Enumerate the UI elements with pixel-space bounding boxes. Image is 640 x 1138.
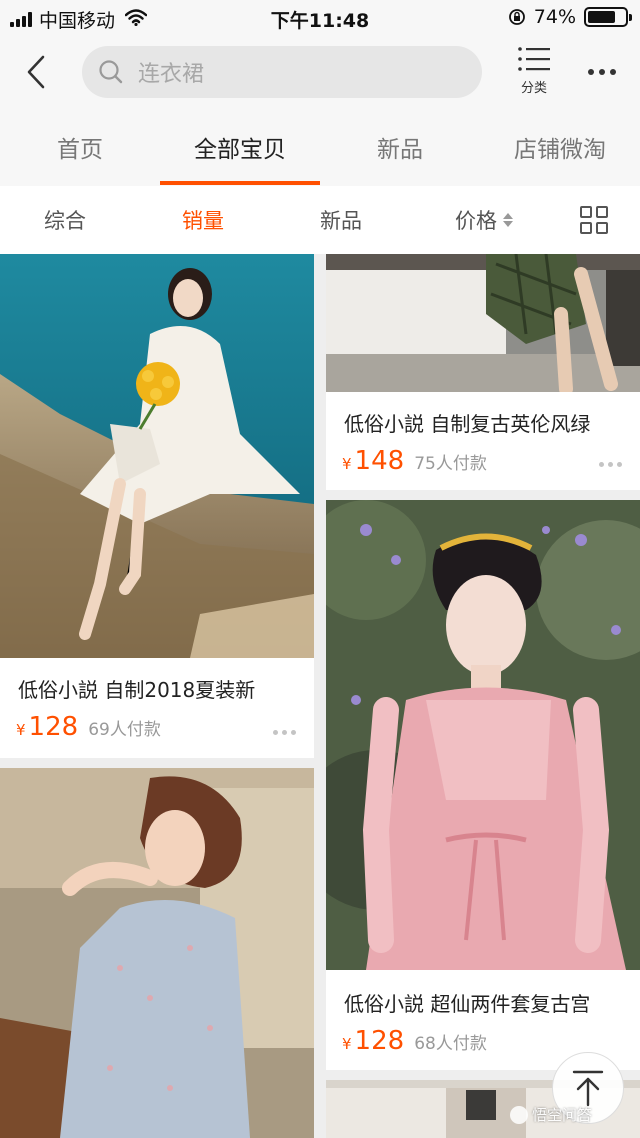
sales-count: 69人付款 — [88, 720, 161, 740]
sort-overall[interactable]: 综合 — [0, 186, 130, 254]
rotation-lock-icon — [508, 9, 525, 25]
sales-count: 75人付款 — [414, 454, 487, 474]
product-title[interactable]: 低俗小説 自制2018夏装新 — [18, 674, 255, 703]
status-bar: 中国移动 下午11:48 74% — [0, 0, 640, 36]
more-icon[interactable] — [273, 730, 296, 735]
watermark-logo-icon — [510, 1105, 528, 1124]
sort-price-label: 价格 — [455, 209, 497, 233]
dot-icon — [588, 69, 594, 75]
product-image[interactable] — [0, 768, 314, 1138]
tab-shop-feed[interactable]: 店铺微淘 — [480, 108, 640, 186]
product-card[interactable]: 低俗小説 自制复古英伦风绿 ¥ 148 75人付款 — [326, 254, 640, 490]
product-title[interactable]: 低俗小説 自制复古英伦风绿 — [344, 408, 590, 437]
search-icon — [99, 60, 123, 84]
dot-icon — [599, 69, 605, 75]
product-image[interactable] — [326, 500, 640, 970]
search-input[interactable]: 连衣裙 — [82, 46, 482, 98]
sales-count: 68人付款 — [414, 1034, 487, 1054]
battery-percent: 74% — [533, 6, 576, 28]
product-price: 148 — [354, 446, 405, 476]
product-image[interactable] — [0, 254, 314, 658]
battery-icon — [584, 7, 632, 27]
more-icon[interactable] — [599, 462, 622, 467]
category-label: 分类 — [520, 81, 547, 96]
back-button[interactable] — [18, 50, 54, 94]
search-placeholder: 连衣裙 — [138, 62, 205, 87]
battery-fill — [588, 11, 615, 23]
price-row: ¥ 128 68人付款 — [342, 1026, 487, 1056]
watermark-text: 悟空问答 — [532, 1106, 593, 1124]
product-card[interactable]: 低俗小説 超仙两件套复古宫 ¥ 128 68人付款 — [326, 500, 640, 1070]
category-button[interactable]: 分类 — [510, 46, 558, 102]
price-row: ¥ 128 69人付款 — [16, 712, 161, 742]
sort-new[interactable]: 新品 — [276, 186, 406, 254]
back-arrow-icon — [27, 55, 45, 89]
sort-sales[interactable]: 销量 — [138, 186, 268, 254]
tab-home[interactable]: 首页 — [0, 108, 160, 186]
currency-symbol: ¥ — [16, 721, 26, 739]
tab-all-items[interactable]: 全部宝贝 — [160, 108, 320, 186]
currency-symbol: ¥ — [342, 1035, 352, 1053]
product-price: 128 — [354, 1026, 405, 1056]
arrow-up-icon — [572, 1070, 604, 1107]
more-options-button[interactable] — [582, 58, 622, 86]
product-image[interactable] — [326, 254, 640, 392]
list-menu-icon — [518, 47, 550, 71]
product-card[interactable]: 低俗小説 自制2018夏装新 ¥ 128 69人付款 — [0, 254, 314, 758]
product-title[interactable]: 低俗小説 超仙两件套复古宫 — [344, 988, 590, 1017]
product-card[interactable] — [0, 768, 314, 1138]
watermark: 悟空问答 — [510, 1104, 592, 1125]
sort-price[interactable]: 价格 — [414, 186, 554, 254]
currency-symbol: ¥ — [342, 455, 352, 473]
status-right: 74% — [508, 6, 632, 28]
dot-icon — [610, 69, 616, 75]
sort-arrows-icon — [503, 213, 513, 227]
product-price: 128 — [28, 712, 79, 742]
sort-bar: 综合 销量 新品 价格 — [0, 186, 640, 254]
price-row: ¥ 148 75人付款 — [342, 446, 487, 476]
active-tab-indicator — [160, 181, 320, 185]
tab-new-items[interactable]: 新品 — [320, 108, 480, 186]
shop-tab-bar: 首页 全部宝贝 新品 店铺微淘 — [0, 108, 640, 186]
grid-view-icon[interactable] — [580, 206, 608, 234]
search-header: 连衣裙 分类 — [0, 36, 640, 108]
